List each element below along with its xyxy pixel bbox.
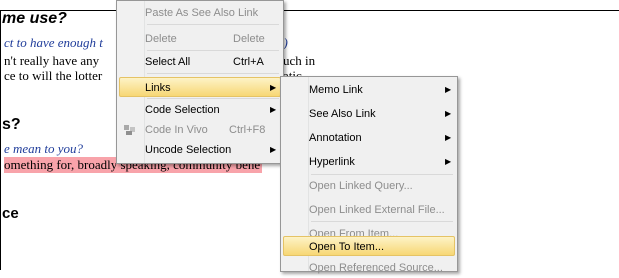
menu-item-label: Select All <box>145 56 191 68</box>
menu-item-label: Hyperlink <box>309 156 355 168</box>
menu-item-code-selection[interactable]: Code Selection ▶ <box>119 100 281 120</box>
menu-item-memo-link[interactable]: Memo Link ▶ <box>283 80 455 100</box>
menu-item-shortcut: Ctrl+A <box>233 56 264 68</box>
question-text-1: ct to have enough t <box>4 35 103 50</box>
menu-item-open-linked-external-file[interactable]: Open Linked External File... <box>283 200 455 220</box>
submenu-arrow-icon: ▶ <box>445 85 452 94</box>
menu-item-links[interactable]: Links ▶ <box>119 77 281 97</box>
menu-item-select-all[interactable]: Select All Ctrl+A <box>119 52 281 72</box>
body-line-2: ce to will the lotter <box>4 68 103 83</box>
menu-item-uncode-selection[interactable]: Uncode Selection ▶ <box>119 140 281 160</box>
page-border-top <box>0 10 619 11</box>
submenu-arrow-icon: ▶ <box>270 83 277 92</box>
page-border-left <box>0 10 1 270</box>
code-in-vivo-icon <box>123 123 137 137</box>
menu-item-label: Open Linked Query... <box>309 180 413 192</box>
submenu-arrow-icon: ▶ <box>445 133 452 142</box>
menu-separator <box>147 98 279 99</box>
menu-item-label: Links <box>145 82 171 94</box>
question-text-2: e mean to you? <box>4 141 84 156</box>
menu-separator <box>147 50 279 51</box>
menu-separator <box>147 24 279 25</box>
menu-item-open-linked-query[interactable]: Open Linked Query... <box>283 176 455 196</box>
menu-item-label: Open To Item... <box>309 241 385 253</box>
menu-item-open-to-item[interactable]: Open To Item... <box>283 236 455 256</box>
context-menu: Paste As See Also Link Delete Delete Sel… <box>116 0 284 164</box>
menu-item-delete[interactable]: Delete Delete <box>119 29 281 49</box>
menu-item-label: Code Selection <box>145 104 220 116</box>
menu-item-paste-see-also-link[interactable]: Paste As See Also Link <box>119 3 281 23</box>
menu-item-label: Annotation <box>309 132 362 144</box>
submenu-arrow-icon: ▶ <box>270 105 277 114</box>
menu-item-annotation[interactable]: Annotation ▶ <box>283 128 455 148</box>
menu-item-label: Open Linked External File... <box>309 204 445 216</box>
menu-separator <box>311 221 453 222</box>
menu-item-label: Memo Link <box>309 84 363 96</box>
menu-item-shortcut: Ctrl+F8 <box>229 124 266 136</box>
menu-item-label: See Also Link <box>309 108 376 120</box>
menu-item-label: Paste As See Also Link <box>145 7 259 19</box>
menu-item-hyperlink[interactable]: Hyperlink ▶ <box>283 152 455 172</box>
body-line-1-tail: uch in <box>283 53 316 68</box>
menu-separator <box>147 73 279 74</box>
menu-item-label: Open Referenced Source... <box>309 262 443 274</box>
menu-item-shortcut: Delete <box>233 33 265 45</box>
menu-item-label: Code In Vivo <box>145 124 208 136</box>
menu-separator <box>311 174 453 175</box>
menu-item-label: Delete <box>145 33 177 45</box>
menu-item-code-in-vivo[interactable]: Code In Vivo Ctrl+F8 <box>119 120 281 140</box>
menu-item-see-also-link[interactable]: See Also Link ▶ <box>283 104 455 124</box>
menu-item-label: Uncode Selection <box>145 144 232 156</box>
section-heading-3: ce <box>2 205 19 222</box>
links-submenu: Memo Link ▶ See Also Link ▶ Annotation ▶… <box>280 76 458 274</box>
menu-item-open-referenced-source[interactable]: Open Referenced Source... <box>283 258 455 278</box>
submenu-arrow-icon: ▶ <box>445 157 452 166</box>
body-line-1: n't really have any <box>4 53 100 68</box>
section-heading-2: s? <box>2 116 21 133</box>
submenu-arrow-icon: ▶ <box>445 109 452 118</box>
submenu-arrow-icon: ▶ <box>270 145 277 154</box>
section-heading-1: me use? <box>2 10 67 27</box>
